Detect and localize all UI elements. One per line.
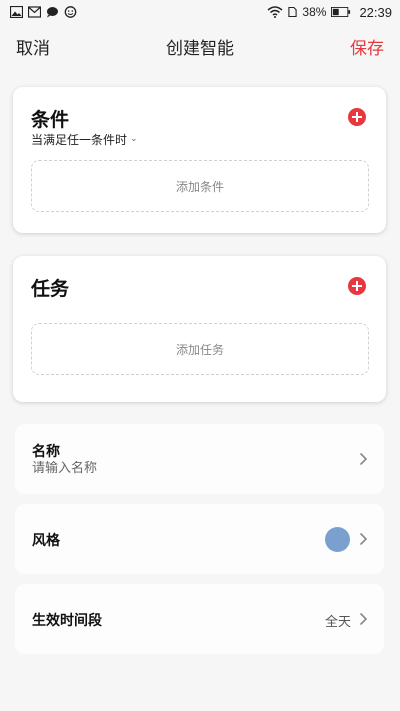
- condition-match-mode-label: 当满足任一条件时: [31, 133, 128, 147]
- battery-percent: 38%: [302, 5, 327, 19]
- battery-icon: [331, 7, 351, 17]
- add-task-placeholder[interactable]: 添加任务: [31, 323, 369, 375]
- chevron-right-icon: [359, 532, 368, 546]
- wifi-icon: [267, 6, 283, 18]
- style-color-swatch[interactable]: [325, 527, 350, 552]
- condition-match-mode-dropdown[interactable]: 当满足任一条件时 ⌄: [31, 131, 138, 148]
- add-condition-label: 添加条件: [175, 179, 224, 194]
- active-time-row[interactable]: 生效时间段 全天: [15, 584, 384, 654]
- chevron-down-icon: ⌄: [130, 133, 138, 144]
- emoji-icon: [64, 6, 77, 18]
- add-task-button[interactable]: [348, 277, 366, 295]
- tasks-card: 任务 添加任务: [13, 256, 386, 402]
- name-row[interactable]: 名称: [15, 424, 384, 494]
- style-label: 风格: [32, 533, 60, 549]
- status-left-icons: [10, 6, 77, 18]
- top-app-bar: 取消 创建智能 保存: [0, 28, 400, 64]
- chevron-right-icon: [359, 452, 368, 466]
- status-right-icons: 38% 22:39: [267, 5, 392, 20]
- gallery-icon: [10, 6, 23, 18]
- clock: 22:39: [359, 4, 392, 20]
- tasks-title: 任务: [31, 278, 70, 300]
- chat-bubble-icon: [47, 7, 58, 18]
- add-task-label: 添加任务: [175, 342, 224, 357]
- name-input[interactable]: [32, 461, 312, 476]
- active-time-value: 全天: [324, 615, 351, 630]
- sim-icon: [288, 6, 298, 18]
- chevron-right-icon: [359, 612, 368, 626]
- style-row[interactable]: 风格: [15, 504, 384, 574]
- status-bar: 38% 22:39: [0, 0, 400, 24]
- conditions-title: 条件: [31, 109, 70, 131]
- page-title: 创建智能: [166, 39, 234, 59]
- active-time-label: 生效时间段: [32, 613, 102, 629]
- add-condition-placeholder[interactable]: 添加条件: [31, 160, 369, 212]
- name-label: 名称: [32, 444, 60, 460]
- conditions-card: 条件 当满足任一条件时 ⌄ 添加条件: [13, 87, 386, 233]
- add-condition-button[interactable]: [348, 108, 366, 126]
- mail-icon: [28, 6, 41, 18]
- save-button[interactable]: 保存: [350, 34, 384, 59]
